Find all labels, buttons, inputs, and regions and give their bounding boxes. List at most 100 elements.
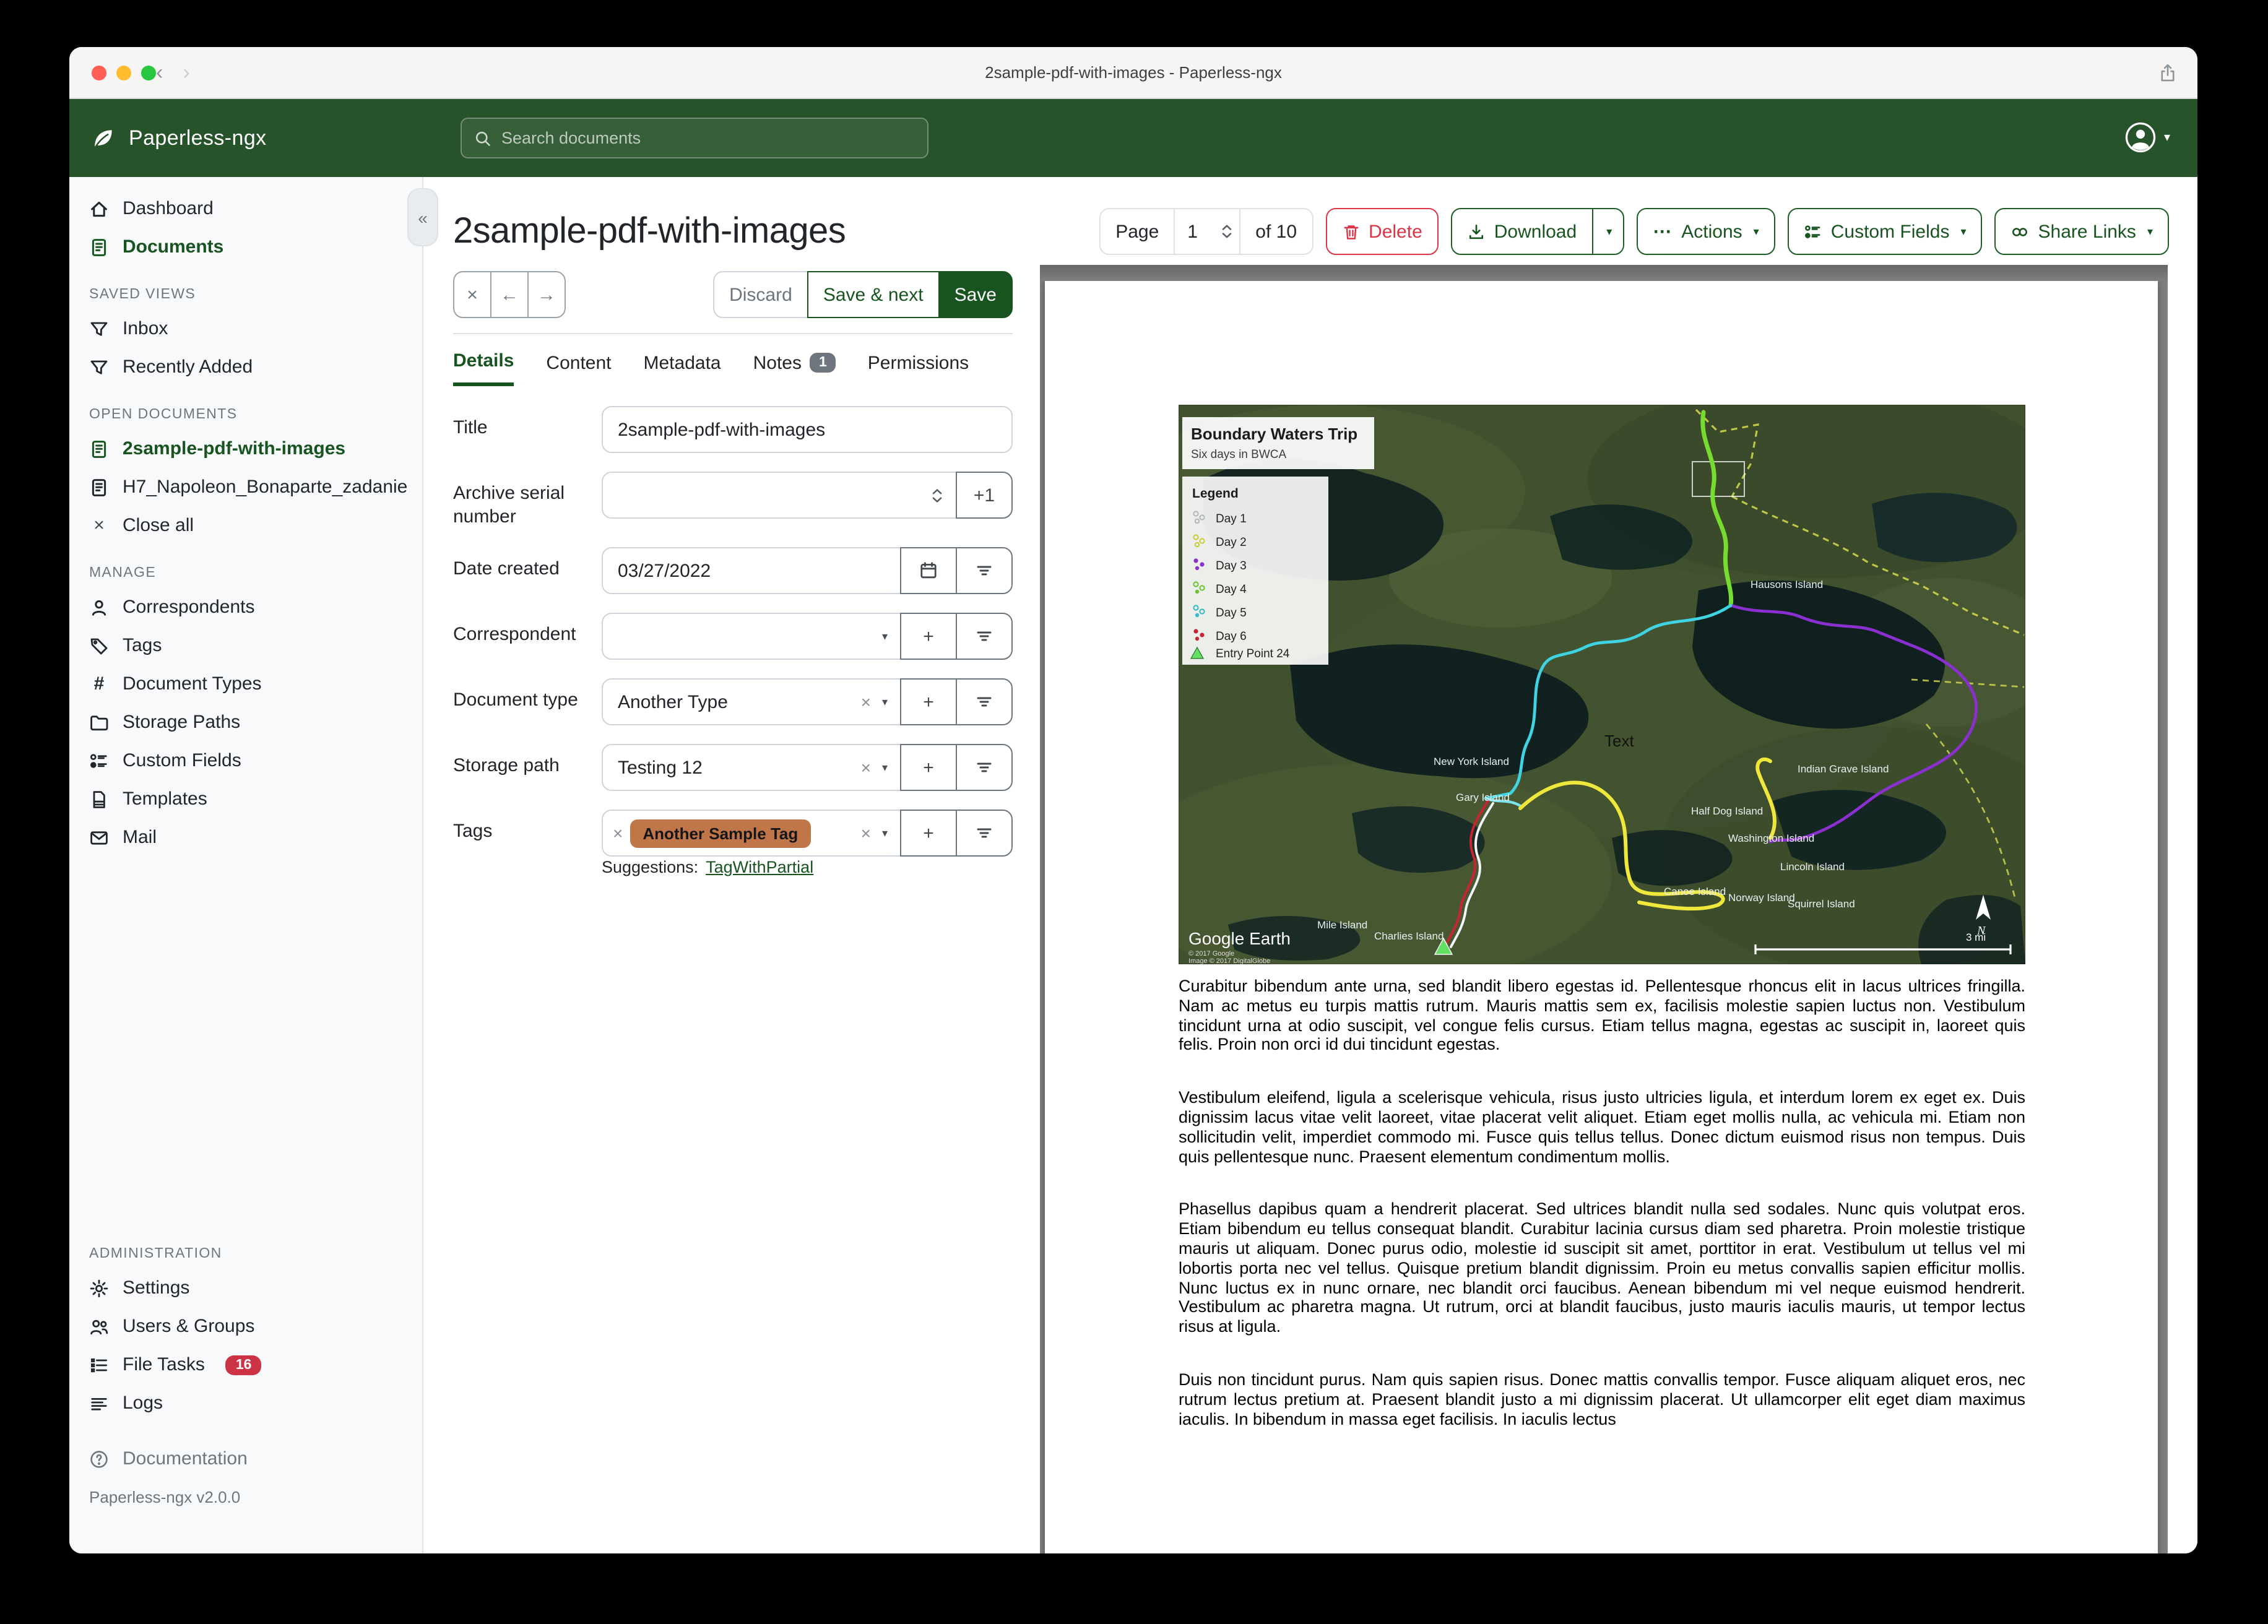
- sidebar-item-templates[interactable]: Templates: [69, 780, 422, 818]
- next-document-button[interactable]: →: [527, 271, 566, 318]
- custom-fields-button[interactable]: Custom Fields ▾: [1787, 208, 1983, 255]
- tab-permissions[interactable]: Permissions: [868, 350, 969, 386]
- chevron-down-icon: ▾: [881, 629, 888, 642]
- tab-metadata[interactable]: Metadata: [644, 350, 721, 386]
- filter-funnel-icon: [89, 319, 109, 339]
- paragraph: Phasellus dapibus quam a hendrerit place…: [1179, 1199, 2025, 1336]
- share-links-button[interactable]: Share Links ▾: [1994, 208, 2169, 255]
- discard-button[interactable]: Discard: [713, 271, 808, 318]
- search-input[interactable]: [501, 129, 915, 147]
- save-group: Discard Save & next Save: [713, 271, 1013, 318]
- download-menu-button[interactable]: ▾: [1591, 208, 1625, 255]
- date-created-input[interactable]: [602, 547, 901, 594]
- tab-label: Notes: [753, 352, 802, 373]
- stepper-icon[interactable]: [931, 487, 943, 503]
- title-input[interactable]: [602, 406, 1013, 453]
- trash-icon: [1343, 225, 1358, 239]
- app-brand[interactable]: Paperless-ngx: [69, 124, 267, 152]
- sidebar-item-label: Documents: [123, 236, 224, 257]
- sidebar-item-label: Close all: [123, 515, 194, 536]
- tab-details[interactable]: Details: [453, 350, 514, 386]
- sidebar-item-logs[interactable]: Logs: [69, 1384, 422, 1422]
- delete-button[interactable]: Delete: [1325, 208, 1439, 255]
- stepper-icon[interactable]: [1221, 224, 1233, 239]
- clear-icon[interactable]: ×: [861, 692, 871, 712]
- document-type-filter-button[interactable]: [956, 678, 1013, 725]
- correspondent-select[interactable]: ▾: [602, 613, 901, 660]
- storage-path-select[interactable]: Testing 12 × ▾: [602, 744, 901, 791]
- tags-select[interactable]: × Another Sample Tag × ▾: [602, 810, 901, 857]
- divider: [453, 333, 1013, 334]
- remove-tag-icon[interactable]: ×: [613, 823, 623, 843]
- pdf-page: Hausons Island New York Island Gary Isla…: [1045, 281, 2158, 1553]
- document-icon: [89, 477, 109, 497]
- map-subtitle: Six days in BWCA: [1191, 448, 1286, 461]
- document-icon: [89, 439, 109, 459]
- tags-field-label: Tags: [453, 821, 493, 842]
- sidebar-item-settings[interactable]: Settings: [69, 1269, 422, 1307]
- sidebar-item-inbox[interactable]: Inbox: [69, 309, 422, 348]
- tag-chip[interactable]: Another Sample Tag: [630, 819, 811, 847]
- close-document-button[interactable]: ×: [453, 271, 491, 318]
- map-watermark: Google Earth: [1188, 929, 1291, 948]
- sidebar-collapse-button[interactable]: «: [407, 188, 438, 246]
- custom-fields-icon: [1804, 225, 1820, 238]
- actions-label: Actions: [1681, 221, 1742, 242]
- sidebar-item-recently-added[interactable]: Recently Added: [69, 348, 422, 386]
- back-icon[interactable]: ‹: [156, 61, 163, 85]
- asn-plus-one-button[interactable]: +1: [956, 472, 1013, 519]
- sidebar-item-users-groups[interactable]: Users & Groups: [69, 1307, 422, 1345]
- date-filter-button[interactable]: [956, 547, 1013, 594]
- suggestion-link-tagwithpartial[interactable]: TagWithPartial: [706, 858, 813, 876]
- correspondent-add-button[interactable]: +: [900, 613, 957, 660]
- close-window-button[interactable]: [92, 66, 106, 80]
- filter-lines-icon: [977, 762, 992, 772]
- document-type-select[interactable]: Another Type × ▾: [602, 678, 901, 725]
- zoom-window-button[interactable]: [141, 66, 156, 80]
- sidebar-item-open-doc-2sample[interactable]: 2sample-pdf-with-images: [69, 430, 422, 468]
- sidebar-item-storage-paths[interactable]: Storage Paths: [69, 703, 422, 741]
- share-icon[interactable]: [2158, 63, 2178, 83]
- sidebar-item-label: Document Types: [123, 673, 262, 694]
- sidebar-item-document-types[interactable]: # Document Types: [69, 665, 422, 703]
- pdf-preview-pane[interactable]: Hausons Island New York Island Gary Isla…: [1040, 265, 2168, 1553]
- clear-icon[interactable]: ×: [861, 758, 871, 777]
- app-navbar: Paperless-ngx ▾: [69, 99, 2197, 177]
- sidebar-item-documentation[interactable]: Documentation: [69, 1440, 422, 1478]
- previous-document-button[interactable]: ←: [490, 271, 529, 318]
- sidebar-item-dashboard[interactable]: Dashboard: [69, 189, 422, 228]
- sidebar-item-correspondents[interactable]: Correspondents: [69, 588, 422, 626]
- actions-button[interactable]: ⋯ Actions ▾: [1637, 208, 1775, 255]
- user-menu[interactable]: ▾: [2124, 121, 2170, 153]
- forward-icon[interactable]: ›: [183, 61, 189, 85]
- download-button[interactable]: Download: [1450, 208, 1593, 255]
- save-next-button[interactable]: Save & next: [807, 271, 940, 318]
- sidebar-item-documents[interactable]: Documents: [69, 228, 422, 266]
- minimize-window-button[interactable]: [116, 66, 131, 80]
- sidebar-item-mail[interactable]: Mail: [69, 818, 422, 857]
- sidebar-item-custom-fields[interactable]: Custom Fields: [69, 741, 422, 780]
- storage-path-filter-button[interactable]: [956, 744, 1013, 791]
- tab-content[interactable]: Content: [546, 350, 611, 386]
- storage-path-add-button[interactable]: +: [900, 744, 957, 791]
- clear-icon[interactable]: ×: [861, 823, 871, 843]
- map-label-charlies-island: Charlies Island: [1374, 930, 1443, 942]
- download-label: Download: [1494, 221, 1577, 242]
- filter-lines-icon: [977, 566, 992, 576]
- asn-input[interactable]: [602, 472, 957, 519]
- sidebar-item-open-doc-napoleon[interactable]: H7_Napoleon_Bonaparte_zadanie: [69, 468, 422, 506]
- sidebar-item-label: Tags: [123, 635, 162, 656]
- tags-add-button[interactable]: +: [900, 810, 957, 857]
- tab-notes[interactable]: Notes 1: [753, 350, 836, 386]
- sidebar-item-close-all[interactable]: × Close all: [69, 506, 422, 545]
- documents-icon: [89, 237, 109, 257]
- save-button[interactable]: Save: [938, 271, 1013, 318]
- correspondent-filter-button[interactable]: [956, 613, 1013, 660]
- document-type-add-button[interactable]: +: [900, 678, 957, 725]
- page-number-input[interactable]: [1175, 221, 1213, 242]
- sidebar-item-file-tasks[interactable]: File Tasks 16: [69, 1345, 422, 1384]
- app-window: ‹ › 2sample-pdf-with-images - Paperless-…: [69, 47, 2197, 1553]
- calendar-button[interactable]: [900, 547, 957, 594]
- tags-filter-button[interactable]: [956, 810, 1013, 857]
- sidebar-item-tags[interactable]: Tags: [69, 626, 422, 665]
